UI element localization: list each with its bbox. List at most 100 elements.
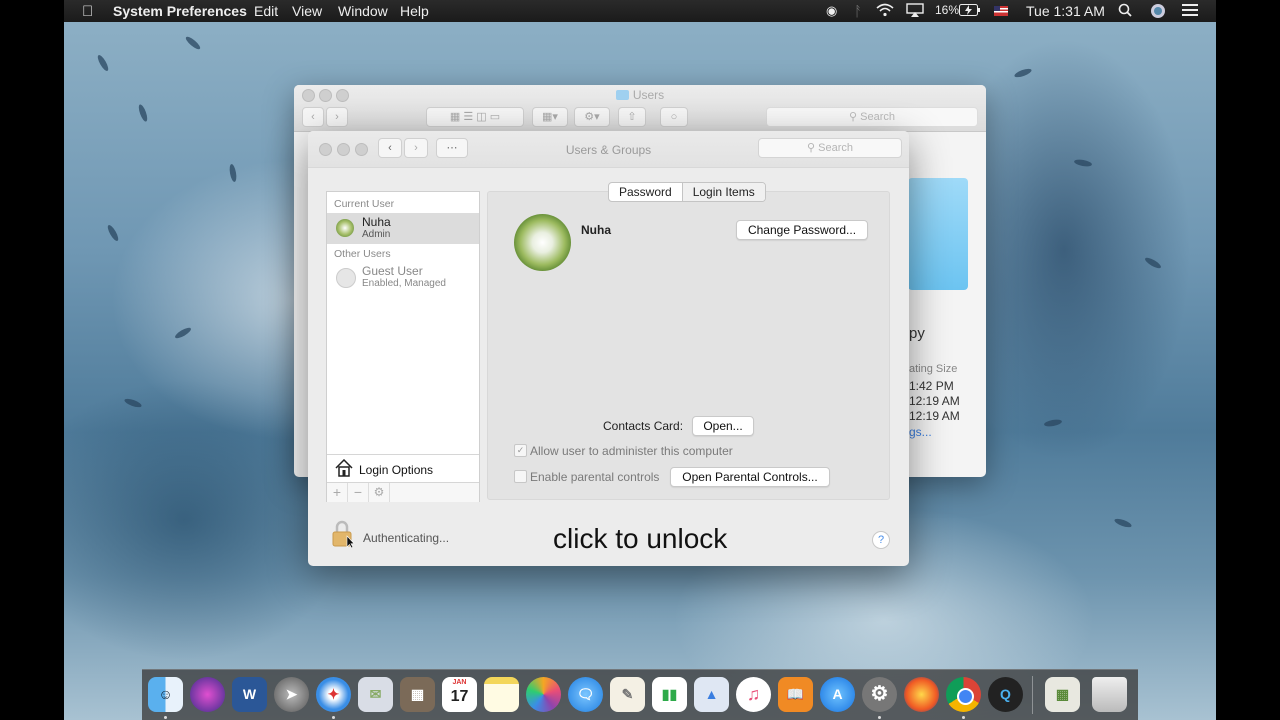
user-row-guest[interactable]: Guest User Enabled, Managed: [327, 262, 479, 293]
allow-admin-checkbox[interactable]: ✓: [514, 444, 527, 457]
desktop:  System Preferences Edit View Window He…: [64, 0, 1216, 720]
safari-icon[interactable]: ✦: [316, 677, 351, 712]
gear-icon[interactable]: ⚙: [369, 483, 390, 502]
dandelion-avatar-icon: [336, 219, 354, 237]
menu-window[interactable]: Window: [338, 3, 388, 19]
us-flag-icon[interactable]: [994, 3, 1008, 19]
guest-avatar-icon: [336, 268, 356, 288]
partial-link[interactable]: gs...: [909, 425, 932, 439]
change-password-button[interactable]: Change Password...: [736, 220, 868, 240]
wallpaper-fish: [173, 325, 193, 341]
finder-title-text: Users: [632, 88, 665, 102]
tag-button[interactable]: ○: [660, 107, 688, 127]
share-button[interactable]: ⇧: [618, 107, 646, 127]
messages-icon[interactable]: 🗨: [568, 677, 603, 712]
chrome-center-icon: [957, 688, 974, 705]
wallpaper-fish: [123, 397, 143, 409]
parental-controls-checkbox[interactable]: [514, 470, 527, 483]
textedit-icon[interactable]: ✎: [610, 677, 645, 712]
notification-center-icon[interactable]: [1182, 3, 1198, 19]
battery-percent[interactable]: 16%: [935, 3, 959, 17]
screen-record-icon[interactable]: ◉: [826, 3, 837, 19]
help-button[interactable]: ?: [872, 531, 890, 549]
user-name: Guest User: [362, 264, 423, 278]
wifi-icon[interactable]: [876, 3, 894, 20]
photos-icon[interactable]: [526, 677, 561, 712]
running-indicator: [962, 716, 965, 719]
chrome-icon[interactable]: [946, 677, 981, 712]
spotlight-icon[interactable]: [1118, 3, 1132, 20]
battery-icon[interactable]: [959, 3, 981, 19]
menu-edit[interactable]: Edit: [254, 3, 278, 19]
calculator-icon[interactable]: ▦: [400, 677, 435, 712]
finder-search-placeholder: Search: [860, 111, 895, 123]
siri-icon[interactable]: [190, 677, 225, 712]
finder-title: Users: [294, 88, 986, 102]
back-button[interactable]: ‹: [302, 107, 324, 127]
other-users-header: Other Users: [334, 248, 391, 260]
menu-view[interactable]: View: [292, 3, 322, 19]
finder-titlebar: Users ‹ › ▦ ☰ ◫ ▭ ▦▾ ⚙▾ ⇧ ○ ⚲ Search: [294, 85, 986, 132]
selected-user-name: Nuha: [581, 223, 611, 237]
overlay-caption: click to unlock: [553, 523, 728, 554]
user-name: Nuha: [362, 215, 391, 229]
system-preferences-icon[interactable]: ⚙: [862, 677, 897, 712]
launchpad-icon[interactable]: ➤: [274, 677, 309, 712]
arrange-button[interactable]: ▦▾: [532, 107, 568, 127]
dock: ☺ W ➤ ✦ ✉ ▦ JAN 17 🗨 ✎ ▮▮ ▲ ♫ 📖 A ⚙ Q ▦: [142, 669, 1138, 720]
finder-icon[interactable]: ☺: [148, 677, 183, 712]
wallpaper-fish: [228, 163, 238, 183]
clock[interactable]: Tue 1:31 AM: [1026, 3, 1105, 19]
lock-icon[interactable]: [329, 520, 355, 549]
tab-password[interactable]: Password: [609, 183, 682, 201]
calendar-icon[interactable]: JAN 17: [442, 677, 477, 712]
finder-search-input[interactable]: ⚲ Search: [766, 107, 978, 127]
contacts-open-button[interactable]: Open...: [692, 416, 754, 436]
menu-help[interactable]: Help: [400, 3, 429, 19]
running-indicator: [164, 716, 167, 719]
menu-bar:  System Preferences Edit View Window He…: [64, 0, 1216, 22]
airplay-icon[interactable]: [906, 3, 924, 20]
prefs-search-input[interactable]: ⚲ Search: [758, 138, 902, 158]
quicktime-icon[interactable]: Q: [988, 677, 1023, 712]
bluetooth-icon[interactable]: ᚨ: [854, 3, 862, 19]
open-parental-controls-button[interactable]: Open Parental Controls...: [670, 467, 830, 487]
user-list: Current User Nuha Admin Other Users Gues…: [326, 191, 480, 502]
preview-icon[interactable]: ▦: [1045, 677, 1080, 712]
current-user-header: Current User: [334, 198, 395, 210]
menu-app-name[interactable]: System Preferences: [113, 3, 247, 19]
partial-time-3: 12:19 AM: [909, 409, 960, 423]
calendar-month: JAN: [452, 679, 467, 686]
wallpaper-fish: [1073, 158, 1093, 168]
mail-icon[interactable]: ✉: [358, 677, 393, 712]
keynote-icon[interactable]: ▲: [694, 677, 729, 712]
word-icon[interactable]: W: [232, 677, 267, 712]
notes-icon[interactable]: [484, 677, 519, 712]
login-options-item[interactable]: Login Options: [327, 454, 479, 483]
firefox-icon[interactable]: [904, 677, 939, 712]
prefs-titlebar: ‹ › ⋯ Users & Groups ⚲ Search: [308, 131, 909, 168]
view-mode-buttons[interactable]: ▦ ☰ ◫ ▭: [426, 107, 524, 127]
apple-icon[interactable]: : [82, 3, 93, 20]
user-picture-icon[interactable]: [514, 214, 571, 271]
running-indicator: [332, 716, 335, 719]
user-row-nuha[interactable]: Nuha Admin: [327, 213, 479, 244]
action-gear-button[interactable]: ⚙▾: [574, 107, 610, 127]
dock-divider: [1032, 676, 1033, 714]
wallpaper-fish: [1043, 418, 1063, 428]
user-role: Enabled, Managed: [362, 278, 446, 289]
forward-button[interactable]: ›: [326, 107, 348, 127]
add-user-button[interactable]: +: [327, 483, 348, 502]
user-icon[interactable]: [1150, 3, 1166, 22]
ibooks-icon[interactable]: 📖: [778, 677, 813, 712]
tab-login-items[interactable]: Login Items: [681, 183, 765, 201]
remove-user-button[interactable]: −: [348, 483, 369, 502]
itunes-icon[interactable]: ♫: [736, 677, 771, 712]
trash-icon[interactable]: [1092, 677, 1127, 712]
wallpaper-fish: [137, 103, 149, 123]
numbers-icon[interactable]: ▮▮: [652, 677, 687, 712]
wallpaper-fish: [105, 223, 121, 243]
app-store-icon[interactable]: A: [820, 677, 855, 712]
wallpaper-fish: [95, 53, 111, 73]
wallpaper-fish: [184, 34, 202, 52]
